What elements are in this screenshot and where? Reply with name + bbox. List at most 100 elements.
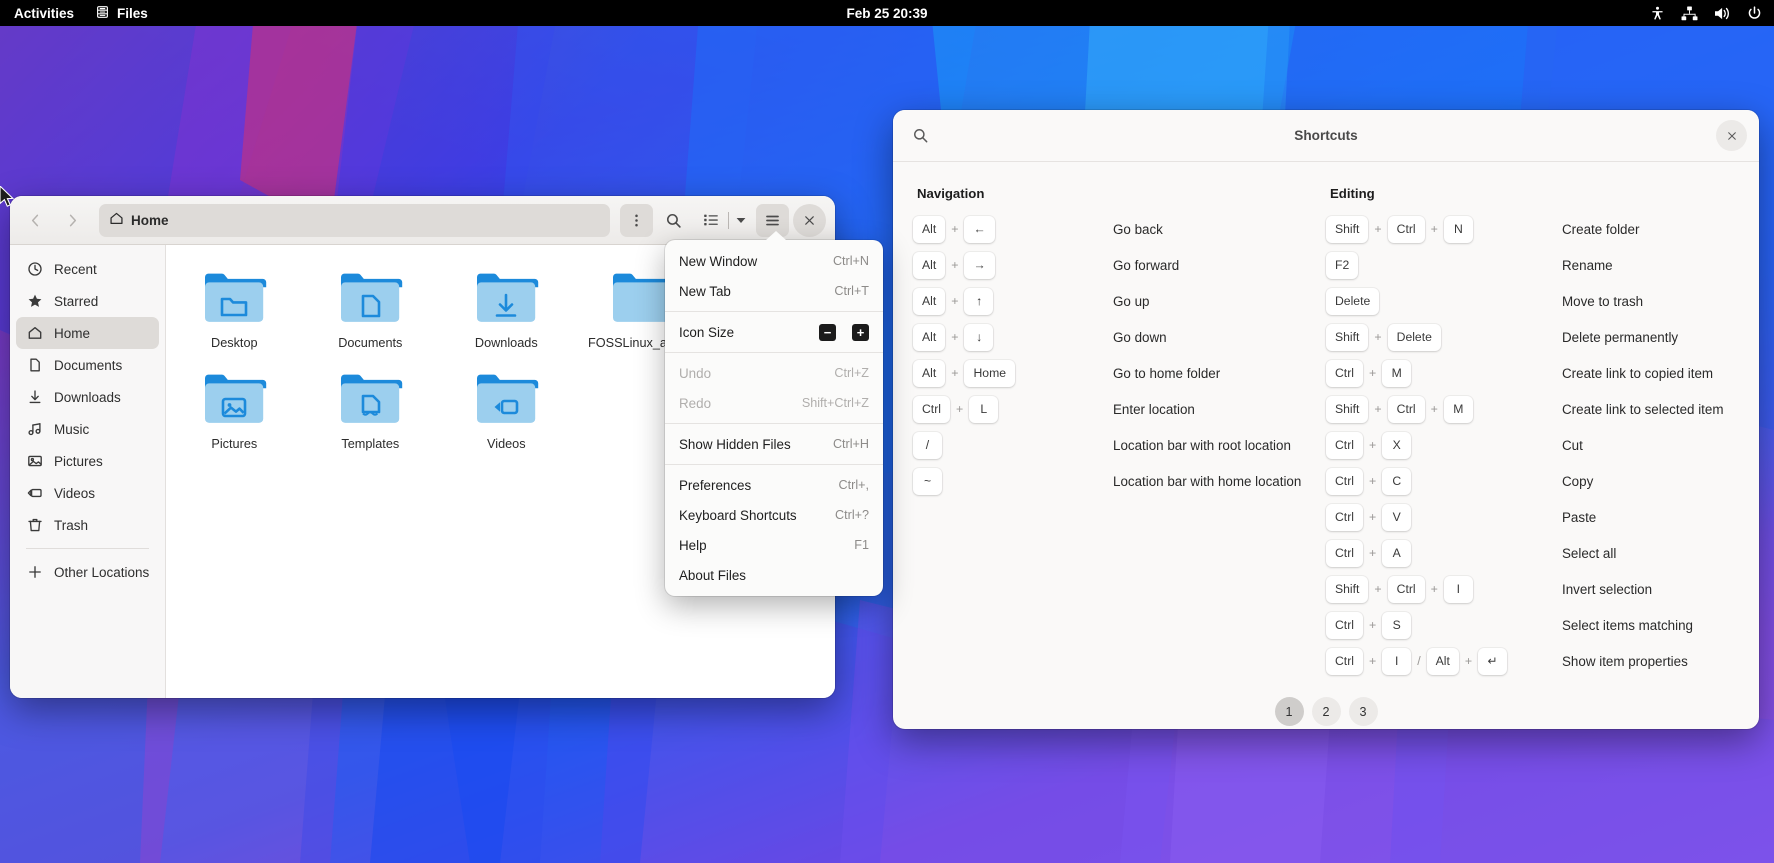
shortcut-keys: Shift + Delete [1326,323,1562,351]
key-cap: Alt [913,359,946,387]
menu-item-new-tab[interactable]: New Tab Ctrl+T [665,276,883,306]
shortcut-row: Ctrl + M Create link to copied item [1326,355,1739,391]
sidebar-item-other-locations[interactable]: Other Locations [16,556,159,588]
shortcuts-group-title: Editing [1330,186,1375,201]
file-label: Documents [338,336,403,350]
shortcut-row: Alt + ↑ Go up [913,283,1326,319]
menu-item-label: About Files [679,567,746,583]
list-view-icon[interactable] [694,204,727,237]
shortcut-description: Location bar with root location [1113,437,1291,453]
menu-item-label: Undo [679,365,712,381]
key-cap: I [1382,647,1412,675]
key-separator-plus: + [1430,582,1438,596]
activities-button[interactable]: Activities [14,6,74,21]
shortcut-row: Ctrl + V Paste [1326,499,1739,535]
icon-size-increase-button[interactable]: + [852,323,869,341]
menu-item-preferences[interactable]: Preferences Ctrl+, [665,470,883,500]
menu-item-show-hidden-files[interactable]: Show Hidden Files Ctrl+H [665,429,883,459]
file-item[interactable]: Desktop [166,259,302,360]
pager-dot-3[interactable]: 3 [1348,697,1378,726]
key-cap: Ctrl [1326,539,1363,567]
app-menu-files[interactable]: Files [96,5,148,22]
menu-item-help[interactable]: Help F1 [665,530,883,560]
key-cap: Delete [1387,323,1441,351]
key-cap: ↑ [964,287,994,315]
menu-item-label: Keyboard Shortcuts [679,507,797,523]
pathbar-label: Home [131,212,169,228]
key-separator-plus: + [1464,654,1473,668]
key-separator-plus: + [1374,582,1382,596]
key-separator-plus: + [951,294,959,308]
shortcut-row: / Location bar with root location [913,427,1326,463]
file-item[interactable]: Downloads [438,259,574,360]
pager-dot-1[interactable]: 1 [1274,697,1304,726]
back-button[interactable] [19,204,52,237]
key-cap: Alt [913,251,946,279]
key-separator-plus: + [1368,618,1377,632]
key-cap: Home [964,359,1015,387]
menu-item-accelerator: Ctrl+N [832,254,869,268]
menu-item-label: New Tab [679,283,731,299]
shortcut-keys: Shift + Ctrl + N [1326,215,1562,243]
key-cap: Shift [1326,395,1369,423]
menu-item-keyboard-shortcuts[interactable]: Keyboard Shortcuts Ctrl+? [665,500,883,530]
volume-icon[interactable] [1714,6,1731,21]
pager-dot-2[interactable]: 2 [1311,697,1341,726]
network-icon[interactable] [1681,5,1698,21]
system-status-area[interactable] [1650,5,1762,21]
menu-item-about-files[interactable]: About Files [665,560,883,590]
power-icon[interactable] [1747,5,1762,21]
view-options-icon[interactable] [620,203,653,237]
menu-item-new-window[interactable]: New Window Ctrl+N [665,246,883,276]
sidebar-item-label: Starred [54,293,99,309]
sidebar-item-starred[interactable]: Starred [16,285,159,317]
shortcut-keys: Ctrl + C [1326,467,1562,495]
sidebar-item-label: Downloads [54,389,121,405]
key-cap: Alt [913,287,946,315]
plus-icon [26,564,43,581]
shortcut-row: Shift + Delete Delete permanently [1326,319,1739,355]
menu-divider [665,464,883,465]
close-icon[interactable] [793,203,826,237]
file-label: Videos [487,437,526,451]
chevron-down-icon[interactable] [730,204,752,237]
sidebar-item-label: Home [54,325,91,341]
clock[interactable]: Feb 25 20:39 [0,6,1774,21]
sidebar-item-music[interactable]: Music [16,413,159,445]
sidebar-item-videos[interactable]: Videos [16,477,159,509]
file-item[interactable]: Pictures [166,360,302,461]
key-separator-plus: + [1368,510,1377,524]
menu-item-accelerator: Shift+Ctrl+Z [801,396,869,410]
sidebar-item-home[interactable]: Home [16,317,160,349]
menu-divider [665,352,883,353]
accessibility-icon[interactable] [1650,6,1665,21]
file-item[interactable]: Templates [302,360,438,461]
picture-icon [26,453,43,470]
search-icon[interactable] [657,204,690,237]
view-mode-switcher[interactable] [694,204,752,237]
pathbar-home[interactable]: Home [99,203,610,237]
sidebar-item-trash[interactable]: Trash [16,509,159,541]
shortcut-description: Go up [1113,293,1150,309]
close-icon[interactable] [1716,120,1747,151]
search-icon[interactable] [905,120,936,151]
menu-item-accelerator: Ctrl+, [838,478,869,492]
sidebar-item-pictures[interactable]: Pictures [16,445,159,477]
menu-item-icon-size[interactable]: Icon Size − + [665,317,883,347]
shortcut-row: Ctrl + S Select items matching [1326,607,1739,643]
shortcut-keys: / [913,431,1113,459]
sidebar-item-recent[interactable]: Recent [16,253,159,285]
key-separator-plus: + [951,222,959,236]
key-cap: Ctrl [1387,395,1425,423]
sidebar-item-documents[interactable]: Documents [16,349,159,381]
forward-button[interactable] [56,204,89,237]
shortcut-description: Copy [1562,473,1594,489]
key-cap: Ctrl [1326,647,1363,675]
file-item[interactable]: Documents [302,259,438,360]
home-icon [26,325,43,342]
shortcut-row: Ctrl + A Select all [1326,535,1739,571]
sidebar-item-downloads[interactable]: Downloads [16,381,159,413]
icon-size-decrease-button[interactable]: − [819,323,836,341]
files-app-icon [96,5,109,22]
file-item[interactable]: Videos [438,360,574,461]
